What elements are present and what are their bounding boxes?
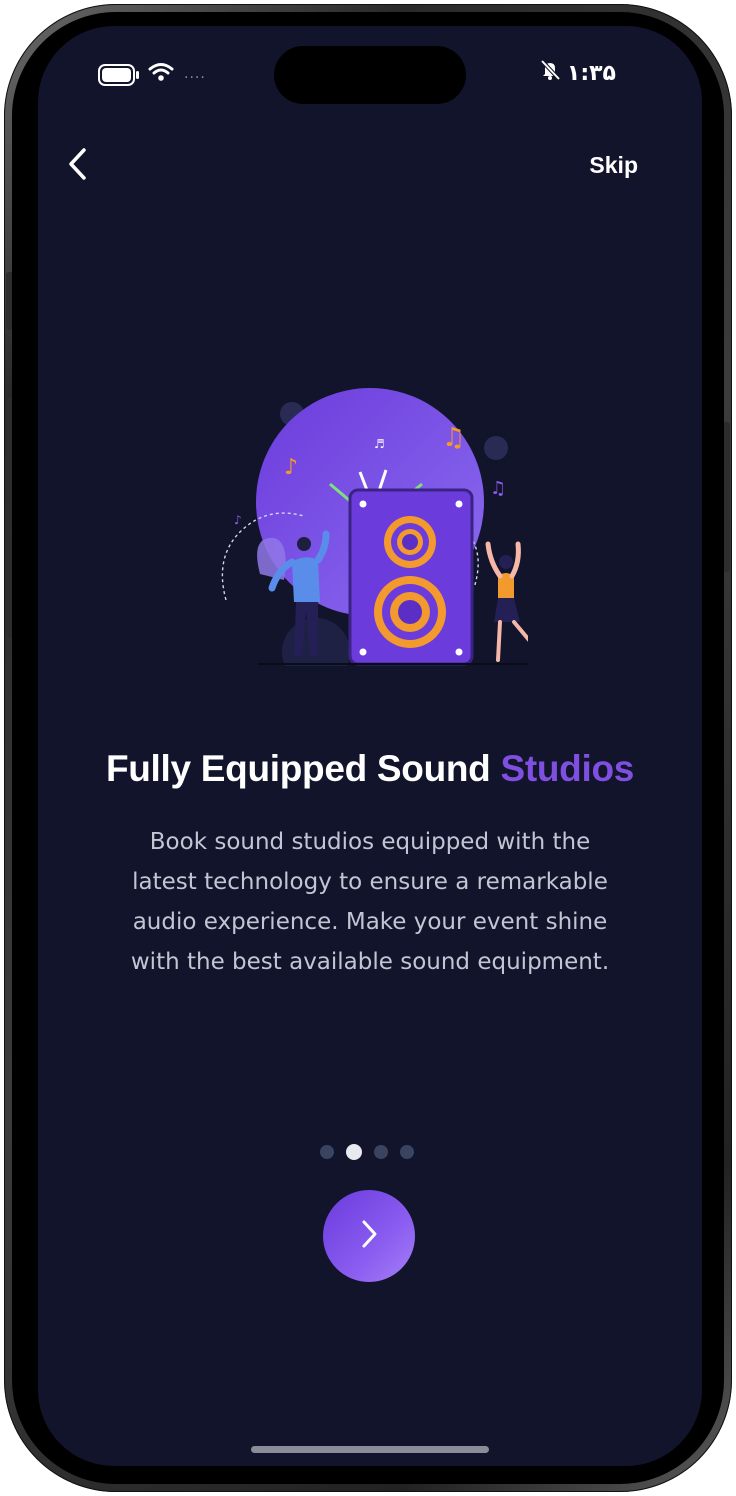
- page-dot-3[interactable]: [374, 1145, 388, 1159]
- chevron-right-icon: [358, 1218, 380, 1254]
- sound-studio-illustration: ♫ ♪ ♬ ♫ ♪: [208, 366, 560, 686]
- wifi-icon: [148, 62, 174, 86]
- home-indicator[interactable]: [251, 1446, 489, 1453]
- chevron-left-icon: [66, 147, 88, 185]
- app-screen: .... ۱:۳۵ Skip ♫ ♪ ♬ ♫ ♪ Fully Equipped …: [38, 26, 702, 1466]
- svg-text:♬: ♬: [374, 437, 385, 451]
- next-button[interactable]: [323, 1190, 415, 1282]
- title-accent: Studios: [500, 748, 635, 789]
- clock: ۱:۳۵: [566, 60, 616, 86]
- onboarding-description: Book sound studios equipped with the lat…: [130, 829, 610, 975]
- cellular-signal: ....: [184, 66, 206, 82]
- svg-text:♫: ♫: [490, 478, 506, 499]
- silent-bell-icon: [539, 59, 561, 87]
- title-text: Fully Equipped Sound: [105, 748, 501, 789]
- svg-text:♫: ♫: [442, 423, 465, 453]
- skip-button[interactable]: Skip: [589, 152, 638, 179]
- page-dot-4[interactable]: [400, 1145, 414, 1159]
- page-indicator: [320, 1144, 414, 1160]
- onboarding-title: Fully Equipped Sound Studios: [38, 748, 702, 790]
- status-bar-right: ۱:۳۵: [539, 59, 616, 87]
- page-dot-2-active[interactable]: [346, 1144, 362, 1160]
- battery-icon: [98, 64, 139, 86]
- svg-text:♪: ♪: [284, 455, 298, 480]
- dynamic-island: [274, 46, 466, 104]
- top-navigation: Skip: [38, 144, 702, 188]
- svg-text:♪: ♪: [234, 513, 242, 527]
- page-dot-1[interactable]: [320, 1145, 334, 1159]
- back-button[interactable]: [62, 146, 92, 186]
- status-bar-left: ....: [98, 62, 206, 86]
